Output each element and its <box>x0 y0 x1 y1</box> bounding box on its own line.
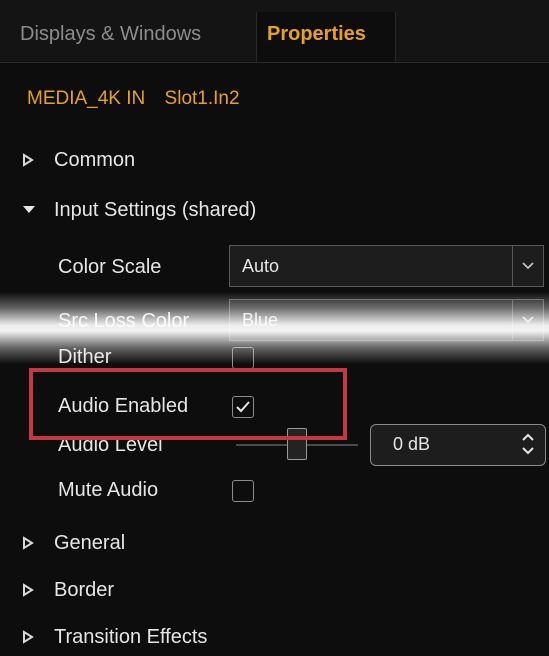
section-common-label: Common <box>54 149 136 171</box>
src-loss-color-value: Blue <box>242 310 279 330</box>
section-general-label: General <box>54 532 126 554</box>
collapse-triangle-icon[interactable] <box>22 192 36 228</box>
audio-level-value: 0 dB <box>393 434 431 454</box>
color-scale-value: Auto <box>242 256 280 276</box>
section-common[interactable]: Common <box>0 142 549 178</box>
checkmark-icon <box>236 401 250 413</box>
section-border-label: Border <box>54 579 115 601</box>
dither-label: Dither <box>58 346 112 368</box>
section-input-settings[interactable]: Input Settings (shared) <box>0 192 549 228</box>
audio-level-slider-thumb[interactable] <box>287 428 307 460</box>
audio-level-spinbox[interactable]: 0 dB <box>370 424 546 466</box>
expand-triangle-icon[interactable] <box>22 142 36 178</box>
source-slot: Slot1.In2 <box>164 88 240 109</box>
src-loss-color-dropdown[interactable]: Blue <box>229 299 544 341</box>
section-input-settings-label: Input Settings (shared) <box>54 199 257 221</box>
chevron-down-icon[interactable] <box>512 300 543 340</box>
section-transition-effects-label: Transition Effects <box>54 626 208 648</box>
audio-enabled-checkbox[interactable] <box>232 396 254 418</box>
audio-enabled-label: Audio Enabled <box>58 395 189 417</box>
src-loss-color-label: Src Loss Color <box>58 310 190 332</box>
tab-displays-windows[interactable]: Displays & Windows <box>10 12 256 62</box>
tab-properties[interactable]: Properties <box>256 12 396 62</box>
expand-triangle-icon[interactable] <box>22 572 36 608</box>
color-scale-label: Color Scale <box>58 256 162 278</box>
source-header: MEDIA_4K IN Slot1.In2 <box>27 88 240 110</box>
chevron-down-icon[interactable] <box>512 246 543 286</box>
spin-arrows-icon[interactable] <box>521 431 535 457</box>
section-general[interactable]: General <box>0 525 549 561</box>
expand-triangle-icon[interactable] <box>22 619 36 655</box>
mute-audio-label: Mute Audio <box>58 479 159 501</box>
audio-level-label: Audio Level <box>58 434 163 456</box>
tab-bar: Displays & Windows Properties <box>0 0 549 63</box>
source-name: MEDIA_4K IN <box>27 88 146 109</box>
dither-checkbox[interactable] <box>232 347 254 369</box>
color-scale-dropdown[interactable]: Auto <box>229 245 544 287</box>
properties-panel: Displays & Windows Properties MEDIA_4K I… <box>0 0 549 656</box>
section-border[interactable]: Border <box>0 572 549 608</box>
section-transition-effects[interactable]: Transition Effects <box>0 619 549 655</box>
expand-triangle-icon[interactable] <box>22 525 36 561</box>
mute-audio-checkbox[interactable] <box>232 480 254 502</box>
